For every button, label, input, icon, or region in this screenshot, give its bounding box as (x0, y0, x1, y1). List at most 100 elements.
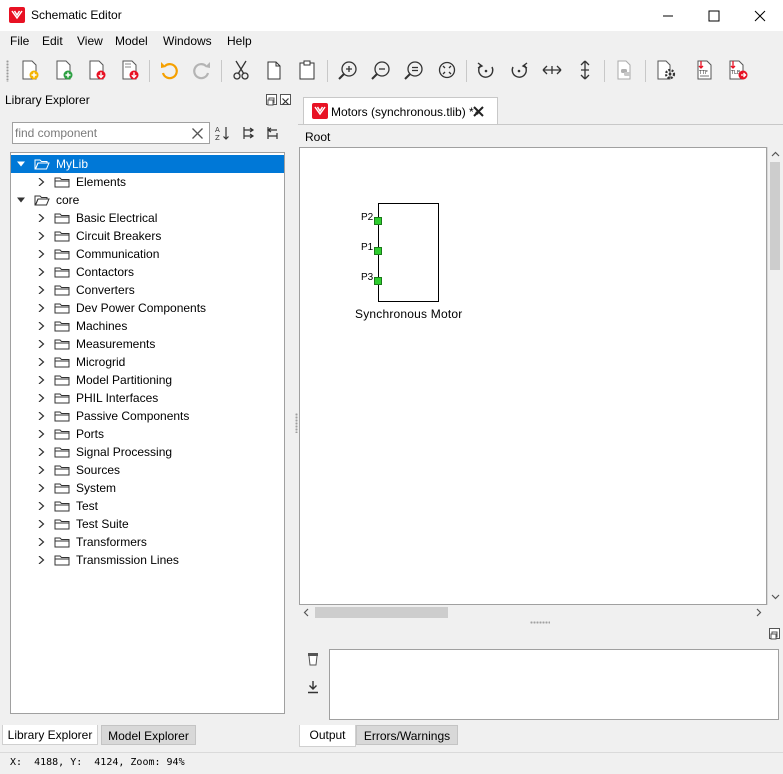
flip-vertical-icon[interactable] (571, 56, 599, 84)
tree-item[interactable]: Basic Electrical (11, 209, 284, 227)
collapsed-arrow-icon[interactable] (37, 358, 45, 366)
collapsed-arrow-icon[interactable] (37, 484, 45, 492)
flip-horizontal-icon[interactable] (538, 56, 566, 84)
expand-all-icon[interactable] (239, 124, 257, 142)
collapsed-arrow-icon[interactable] (37, 394, 45, 402)
save-icon[interactable] (83, 56, 111, 84)
python-script-icon[interactable] (610, 56, 638, 84)
tree-item[interactable]: Signal Processing (11, 443, 284, 461)
tree-item[interactable]: Circuit Breakers (11, 227, 284, 245)
expanded-arrow-icon[interactable] (17, 196, 25, 204)
collapsed-arrow-icon[interactable] (37, 322, 45, 330)
tree-item[interactable]: Ports (11, 425, 284, 443)
zoom-in-icon[interactable] (334, 56, 362, 84)
port-p3-terminal[interactable] (374, 277, 382, 285)
vertical-scroll-thumb[interactable] (770, 162, 780, 270)
collapsed-arrow-icon[interactable] (37, 430, 45, 438)
maximize-button[interactable] (691, 0, 737, 31)
float-output-icon[interactable] (769, 628, 780, 640)
tree-item[interactable]: Dev Power Components (11, 299, 284, 317)
output-console[interactable] (329, 649, 779, 720)
collapsed-arrow-icon[interactable] (37, 502, 45, 510)
toolbar-grip[interactable] (6, 60, 9, 82)
paste-icon[interactable] (293, 56, 321, 84)
copy-icon[interactable] (260, 56, 288, 84)
undo-icon[interactable] (155, 56, 183, 84)
tree-item[interactable]: Measurements (11, 335, 284, 353)
tree-item[interactable]: MyLib (11, 155, 284, 173)
collapsed-arrow-icon[interactable] (37, 538, 45, 546)
collapsed-arrow-icon[interactable] (37, 232, 45, 240)
clear-output-icon[interactable] (306, 652, 320, 666)
collapsed-arrow-icon[interactable] (37, 178, 45, 186)
tree-item[interactable]: Transmission Lines (11, 551, 284, 569)
collapsed-arrow-icon[interactable] (37, 304, 45, 312)
tree-item[interactable]: Converters (11, 281, 284, 299)
model-settings-icon[interactable] (652, 56, 680, 84)
tab-errors-warnings[interactable]: Errors/Warnings (356, 725, 458, 745)
collapsed-arrow-icon[interactable] (37, 268, 45, 276)
horizontal-splitter-handle[interactable] (530, 621, 550, 624)
zoom-out-icon[interactable] (367, 56, 395, 84)
new-file-icon[interactable] (16, 56, 44, 84)
canvas-horizontal-scrollbar[interactable] (299, 605, 767, 620)
sort-az-icon[interactable]: AZ (214, 124, 232, 142)
scroll-left-icon[interactable] (302, 608, 311, 617)
find-component-input[interactable] (15, 124, 185, 142)
menu-help[interactable]: Help (227, 34, 252, 48)
tree-item[interactable]: System (11, 479, 284, 497)
rotate-left-icon[interactable] (472, 56, 500, 84)
menu-edit[interactable]: Edit (42, 34, 63, 48)
tree-item[interactable]: Sources (11, 461, 284, 479)
tree-item[interactable]: Transformers (11, 533, 284, 551)
tree-item[interactable]: Microgrid (11, 353, 284, 371)
tree-item[interactable]: Machines (11, 317, 284, 335)
scroll-down-icon[interactable] (771, 592, 780, 601)
collapsed-arrow-icon[interactable] (37, 250, 45, 258)
synchronous-motor-component[interactable] (378, 203, 439, 302)
horizontal-scroll-thumb[interactable] (315, 607, 448, 618)
menu-view[interactable]: View (77, 34, 103, 48)
tree-item[interactable]: PHIL Interfaces (11, 389, 284, 407)
compile-icon[interactable]: TLB (724, 56, 752, 84)
collapsed-arrow-icon[interactable] (37, 466, 45, 474)
tree-item[interactable]: Test (11, 497, 284, 515)
zoom-fit-icon[interactable] (400, 56, 428, 84)
clear-search-icon[interactable] (191, 127, 204, 140)
menu-file[interactable]: File (10, 34, 29, 48)
collapsed-arrow-icon[interactable] (37, 286, 45, 294)
collapse-all-icon[interactable] (263, 124, 281, 142)
tab-library-explorer[interactable]: Library Explorer (2, 725, 98, 745)
tree-item[interactable]: Communication (11, 245, 284, 263)
collapsed-arrow-icon[interactable] (37, 340, 45, 348)
canvas-vertical-scrollbar[interactable] (767, 147, 782, 605)
menu-windows[interactable]: Windows (163, 34, 212, 48)
expanded-arrow-icon[interactable] (17, 160, 25, 168)
scroll-right-icon[interactable] (754, 608, 763, 617)
rotate-right-icon[interactable] (505, 56, 533, 84)
collapsed-arrow-icon[interactable] (37, 556, 45, 564)
redo-icon[interactable] (188, 56, 216, 84)
close-tab-icon[interactable] (472, 105, 485, 118)
collapsed-arrow-icon[interactable] (37, 376, 45, 384)
close-button[interactable] (737, 0, 783, 31)
collapsed-arrow-icon[interactable] (37, 412, 45, 420)
save-as-icon[interactable] (116, 56, 144, 84)
tree-item[interactable]: Test Suite (11, 515, 284, 533)
port-p1-terminal[interactable] (374, 247, 382, 255)
document-tab[interactable]: Motors (synchronous.tlib) * (303, 97, 498, 124)
menu-model[interactable]: Model (115, 34, 148, 48)
export-ttf-icon[interactable]: TTF (691, 56, 719, 84)
tab-model-explorer[interactable]: Model Explorer (101, 725, 196, 745)
new-library-icon[interactable] (50, 56, 78, 84)
collapsed-arrow-icon[interactable] (37, 214, 45, 222)
tree-item[interactable]: Model Partitioning (11, 371, 284, 389)
breadcrumb[interactable]: Root (305, 130, 330, 144)
tab-output[interactable]: Output (299, 725, 356, 747)
collapsed-arrow-icon[interactable] (37, 520, 45, 528)
cut-icon[interactable] (227, 56, 255, 84)
tree-item[interactable]: Passive Components (11, 407, 284, 425)
tree-item[interactable]: Elements (11, 173, 284, 191)
save-output-icon[interactable] (306, 680, 320, 694)
close-panel-icon[interactable] (280, 94, 291, 105)
